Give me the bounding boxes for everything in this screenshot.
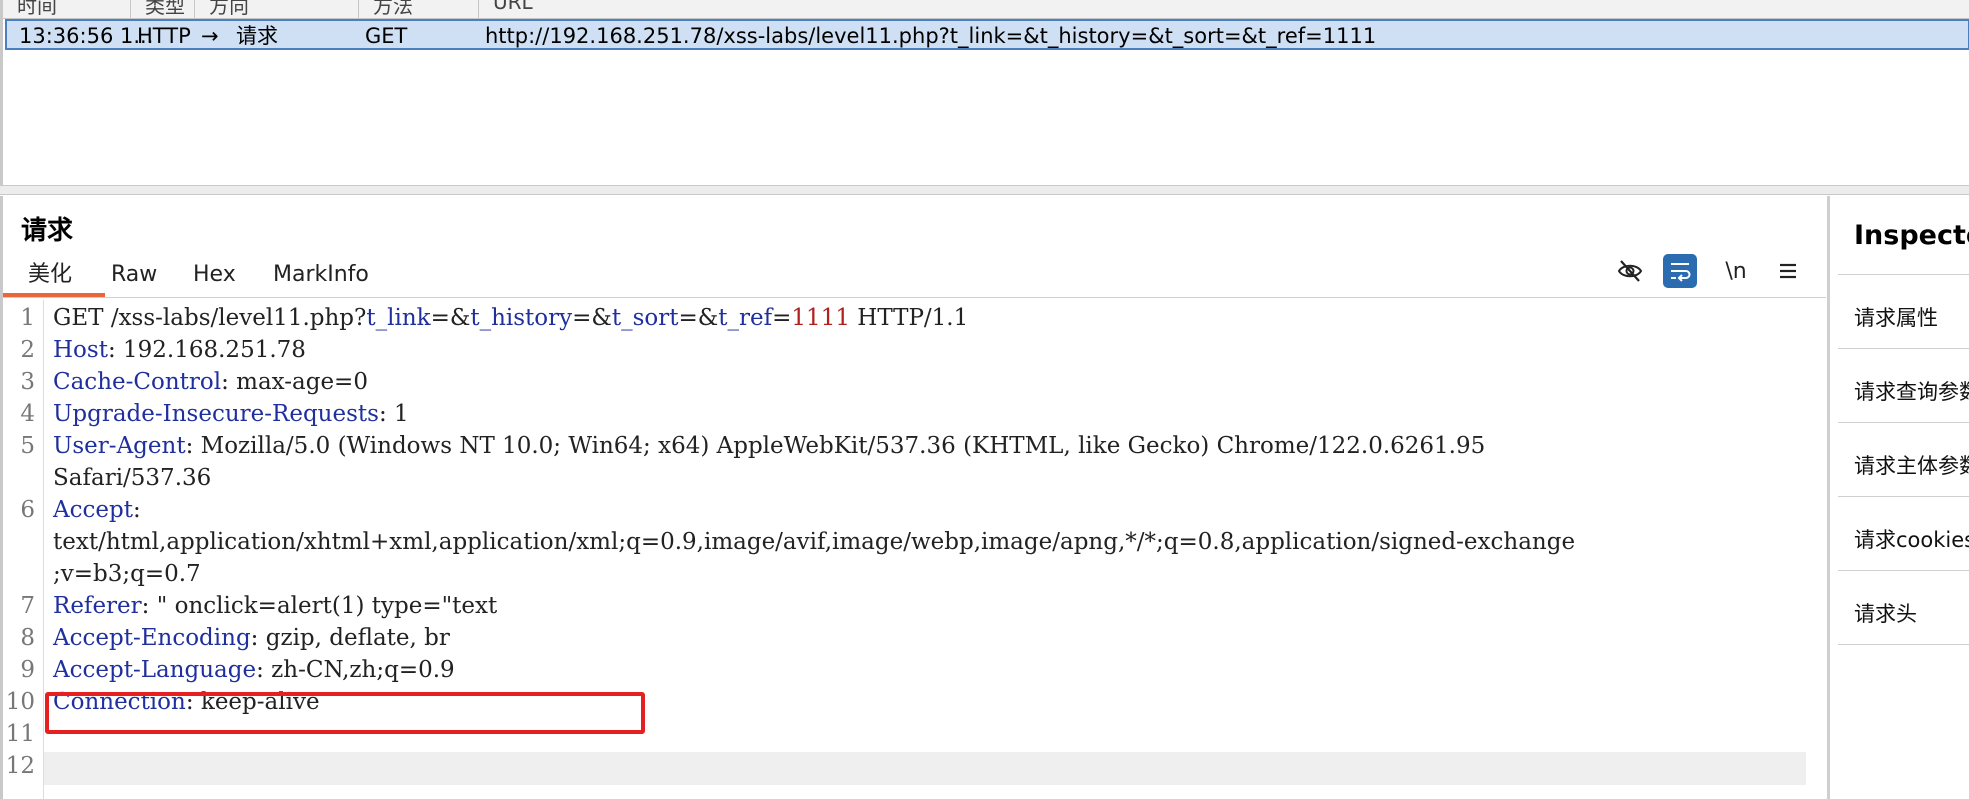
header-key: Accept-Language	[53, 657, 257, 683]
header-key: Accept-Encoding	[53, 625, 251, 651]
inspector-divider	[1838, 570, 1969, 571]
code-text: :	[132, 497, 141, 523]
header-key: Referer	[53, 593, 142, 619]
code-text: Safari/537.36	[53, 465, 212, 491]
code-text: : 1	[378, 401, 409, 427]
inspector-item-query-params[interactable]: 请求查询参数	[1854, 376, 1969, 406]
line-number: 3	[20, 369, 35, 395]
header-key: Connection	[53, 689, 186, 715]
code-text: : gzip, deflate, br	[250, 625, 450, 651]
column-header-time[interactable]: 时间	[3, 0, 131, 18]
inspector-title: Inspector	[1854, 220, 1969, 251]
code-text: : 192.168.251.78	[107, 337, 306, 363]
column-header-type[interactable]: 类型	[131, 0, 195, 18]
row-direction: 请求	[236, 24, 278, 48]
code-text: : " onclick=alert(1) type="text	[141, 593, 498, 619]
code-line: GET /xss-labs/level11.php?t_link=&t_hist…	[53, 302, 968, 334]
arrow-right-icon: →	[201, 24, 219, 48]
request-editor[interactable]: 1 GET /xss-labs/level11.php?t_link=&t_his…	[3, 300, 1826, 799]
number-value: 1111	[791, 305, 850, 331]
code-line: Connection: keep-alive	[53, 686, 320, 718]
inspector-divider	[1838, 496, 1969, 497]
line-number: 9	[20, 657, 35, 683]
tabs-divider	[3, 297, 1826, 298]
row-time: 13:36:56 1...	[19, 24, 154, 48]
row-url: http://192.168.251.78/xss-labs/level11.p…	[485, 24, 1377, 48]
code-text: ;v=b3;q=0.7	[53, 561, 201, 587]
line-number: 12	[5, 753, 35, 779]
header-key: User-Agent	[53, 433, 186, 459]
line-number: 4	[20, 401, 35, 427]
history-row-selected[interactable]: 13:36:56 1... HTTP → 请求 GET http://192.1…	[5, 19, 1969, 50]
code-text: GET /xss-labs/level11.php?	[53, 305, 367, 331]
pane-splitter[interactable]	[0, 185, 1969, 195]
header-key: Cache-Control	[53, 369, 222, 395]
history-table: 时间 类型 方向 方法 URL 13:36:56 1... HTTP → 请求 …	[0, 0, 1969, 188]
header-key: t_ref	[718, 305, 773, 331]
tab-markinfo[interactable]: MarkInfo	[273, 262, 369, 292]
code-text: =&	[430, 305, 471, 331]
line-number: 8	[20, 625, 35, 651]
inspector-panel: Inspector 请求属性 请求查询参数 请求主体参数 请求cookies 请…	[1827, 196, 1969, 799]
line-number: 1	[20, 305, 35, 331]
inspector-item-body-params[interactable]: 请求主体参数	[1854, 450, 1969, 480]
line-number: 10	[5, 689, 35, 715]
code-line: text/html,application/xhtml+xml,applicat…	[53, 526, 1575, 558]
header-key: Host	[53, 337, 108, 363]
code-line: Accept-Language: zh-CN,zh;q=0.9	[53, 654, 455, 686]
column-header-direction[interactable]: 方向	[195, 0, 359, 18]
header-key: Accept	[53, 497, 133, 523]
code-text: =	[772, 305, 792, 331]
code-text: HTTP/1.1	[849, 305, 969, 331]
header-key: t_sort	[611, 305, 679, 331]
code-text: : zh-CN,zh;q=0.9	[256, 657, 455, 683]
header-key: Upgrade-Insecure-Requests	[53, 401, 379, 427]
column-header-url[interactable]: URL	[479, 0, 1969, 18]
inspector-item-request-attributes[interactable]: 请求属性	[1854, 302, 1938, 332]
code-line: ;v=b3;q=0.7	[53, 558, 201, 590]
wrap-lines-icon[interactable]	[1663, 254, 1697, 288]
pane-title: 请求	[21, 216, 74, 246]
header-key: t_link	[366, 305, 431, 331]
code-line: User-Agent: Mozilla/5.0 (Windows NT 10.0…	[53, 430, 1485, 462]
history-header: 时间 类型 方向 方法 URL	[3, 0, 1969, 19]
code-text: =&	[678, 305, 719, 331]
code-text: text/html,application/xhtml+xml,applicat…	[53, 529, 1576, 555]
row-type: HTTP	[137, 24, 191, 48]
column-header-method[interactable]: 方法	[359, 0, 479, 18]
row-method: GET	[365, 24, 408, 48]
newline-toggle[interactable]: \n	[1719, 254, 1753, 288]
tab-raw[interactable]: Raw	[111, 262, 157, 292]
inspector-divider	[1838, 422, 1969, 423]
inspector-item-headers[interactable]: 请求头	[1854, 598, 1917, 628]
line-number: 5	[20, 433, 35, 459]
tab-pretty[interactable]: 美化	[28, 262, 72, 292]
code-line: Host: 192.168.251.78	[53, 334, 306, 366]
line-number: 2	[20, 337, 35, 363]
current-line-highlight	[44, 752, 1806, 785]
code-line: Safari/537.36	[53, 462, 211, 494]
code-text: : keep-alive	[185, 689, 320, 715]
code-text: =&	[572, 305, 612, 331]
code-text: : Mozilla/5.0 (Windows NT 10.0; Win64; x…	[185, 433, 1486, 459]
menu-icon[interactable]	[1771, 254, 1805, 288]
inspector-item-cookies[interactable]: 请求cookies	[1854, 524, 1969, 554]
inspector-divider	[1838, 348, 1969, 349]
header-key: t_history	[470, 305, 573, 331]
line-number: 7	[20, 593, 35, 619]
code-line: Upgrade-Insecure-Requests: 1	[53, 398, 409, 430]
code-line: Accept-Encoding: gzip, deflate, br	[53, 622, 450, 654]
code-line: Cache-Control: max-age=0	[53, 366, 368, 398]
eye-slash-icon[interactable]	[1613, 254, 1647, 288]
code-text: : max-age=0	[221, 369, 368, 395]
inspector-divider	[1838, 274, 1969, 275]
code-line: Referer: " onclick=alert(1) type="text	[53, 590, 497, 622]
tab-hex[interactable]: Hex	[193, 262, 236, 292]
request-pane: 请求 美化 Raw Hex MarkInfo \n 1 GET /xss-labs…	[0, 196, 1826, 799]
line-number: 6	[20, 497, 35, 523]
code-line: Accept:	[53, 494, 141, 526]
line-number: 11	[5, 721, 35, 747]
inspector-divider	[1838, 644, 1969, 645]
